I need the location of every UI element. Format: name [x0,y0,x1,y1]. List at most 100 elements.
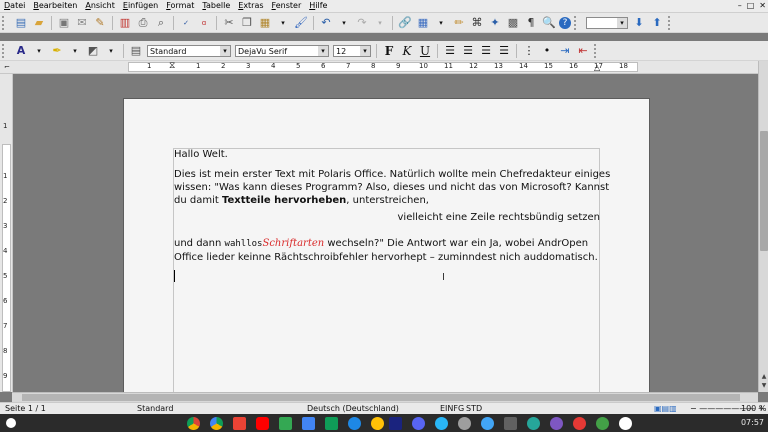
document-page[interactable]: Hallo Welt. Dies ist mein erster Text mi… [124,99,649,408]
gallery-icon[interactable]: ▩ [505,15,521,31]
increase-indent-icon[interactable]: ⇥ [557,43,573,59]
formatting-marks-icon[interactable]: ¶ [523,15,539,31]
table-dropdown-icon[interactable]: ▾ [433,15,449,31]
ruler-corner-icon[interactable]: ⌐ [4,63,10,71]
background-dropdown-icon[interactable]: ▾ [103,43,119,59]
save-icon[interactable]: ▣ [56,15,72,31]
search-input[interactable]: ▾ [586,16,628,29]
app-icon[interactable] [481,417,494,430]
find-previous-icon[interactable]: ⬆ [649,15,665,31]
bold-button[interactable]: F [381,43,397,59]
right-indent-marker-icon[interactable]: △ [594,63,600,72]
styles-icon[interactable]: ▤ [128,43,144,59]
help-icon[interactable]: ? [559,16,571,29]
discord-icon[interactable] [412,417,425,430]
app-icon[interactable] [435,417,448,430]
table-icon[interactable]: ▦ [415,15,431,31]
menu-datei[interactable]: Datei [0,0,29,12]
undo-dropdown-icon[interactable]: ▾ [336,15,352,31]
horizontal-scroll-thumb[interactable] [22,394,740,401]
app-icon[interactable] [596,417,609,430]
edit-file-icon[interactable]: ✎ [92,15,108,31]
clock[interactable]: 07:57 [741,418,764,427]
align-right-icon[interactable]: ☰ [478,43,494,59]
photoshop-icon[interactable] [389,417,402,430]
italic-button[interactable]: K [399,43,415,59]
play-store-icon[interactable] [279,417,292,430]
toolbar-grip[interactable] [2,15,10,30]
hyperlink-icon[interactable]: 🔗 [397,15,413,31]
new-document-icon[interactable]: ▤ [13,15,29,31]
autospellcheck-icon[interactable]: ɑ [196,15,212,31]
youtube-icon[interactable] [256,417,269,430]
app-icon[interactable] [550,417,563,430]
menu-ansicht[interactable]: Ansicht [81,0,119,12]
undo-icon[interactable]: ↶ [318,15,334,31]
zoom-icon[interactable]: 🔍 [541,15,557,31]
scroll-page-down-icon[interactable]: ▼ [759,382,768,389]
font-color-icon[interactable]: A [13,43,29,59]
find-next-icon[interactable]: ⬇ [631,15,647,31]
minimize-button[interactable]: – [738,1,742,11]
menu-bearbeiten[interactable]: Bearbeiten [29,0,81,12]
menu-tabelle[interactable]: Tabelle [198,0,234,12]
bullets-icon[interactable]: • [539,43,555,59]
chrome-icon[interactable] [187,417,200,430]
font-name-select[interactable]: DejaVu Serif ▾ [235,44,329,57]
scroll-page-up-icon[interactable]: ▲ [759,373,768,380]
paragraph-style-select[interactable]: Standard ▾ [147,44,231,57]
drive-icon[interactable] [210,417,223,430]
close-button[interactable]: ✕ [759,1,766,11]
search-dropdown-icon[interactable]: ▾ [617,17,627,28]
app-icon[interactable] [573,417,586,430]
draw-functions-icon[interactable]: ✏ [451,15,467,31]
app-icon[interactable] [619,417,632,430]
print-icon[interactable]: ⎙ [135,15,151,31]
toolbar-grip[interactable] [574,15,582,30]
align-center-icon[interactable]: ☰ [460,43,476,59]
style-dropdown-icon[interactable]: ▾ [220,45,230,56]
background-color-icon[interactable]: ◩ [85,43,101,59]
decrease-indent-icon[interactable]: ⇤ [575,43,591,59]
paste-icon[interactable]: ▦ [257,15,273,31]
highlight-icon[interactable]: ✒ [49,43,65,59]
toolbar-grip[interactable] [594,43,602,58]
font-color-dropdown-icon[interactable]: ▾ [31,43,47,59]
menu-hilfe[interactable]: Hilfe [305,0,331,12]
app-icon[interactable] [527,417,540,430]
menu-format[interactable]: Format [162,0,198,12]
highlight-dropdown-icon[interactable]: ▾ [67,43,83,59]
cut-icon[interactable]: ✂ [221,15,237,31]
spellcheck-icon[interactable]: ✓ [178,15,194,31]
maximize-button[interactable]: □ [747,1,755,11]
launcher-icon[interactable] [6,418,16,428]
terminal-icon[interactable] [504,417,517,430]
files-icon[interactable] [348,417,361,430]
redo-dropdown-icon[interactable]: ▾ [372,15,388,31]
vertical-scrollbar[interactable]: ▲ ▼ [758,61,768,392]
navigator-icon[interactable]: ✦ [487,15,503,31]
photos-icon[interactable] [371,417,384,430]
print-preview-icon[interactable]: ⌕ [153,15,169,31]
redo-icon[interactable]: ↷ [354,15,370,31]
menu-einfuegen[interactable]: Einfügen [119,0,162,12]
font-dropdown-icon[interactable]: ▾ [318,45,328,56]
horizontal-scrollbar[interactable] [12,392,758,402]
size-dropdown-icon[interactable]: ▾ [360,45,370,56]
open-folder-icon[interactable]: ▰ [31,15,47,31]
menu-fenster[interactable]: Fenster [268,0,306,12]
sheets-icon[interactable] [325,417,338,430]
font-size-select[interactable]: 12 ▾ [333,44,371,57]
docs-icon[interactable] [302,417,315,430]
underline-button[interactable]: U [417,43,433,59]
settings-icon[interactable] [458,417,471,430]
vertical-scroll-thumb[interactable] [760,131,768,251]
toolbar-grip[interactable] [2,43,10,58]
copy-icon[interactable]: ❐ [239,15,255,31]
export-pdf-icon[interactable]: ▥ [117,15,133,31]
paste-dropdown-icon[interactable]: ▾ [275,15,291,31]
justify-icon[interactable]: ☰ [496,43,512,59]
gmail-icon[interactable] [233,417,246,430]
align-left-icon[interactable]: ☰ [442,43,458,59]
email-icon[interactable]: ✉ [74,15,90,31]
